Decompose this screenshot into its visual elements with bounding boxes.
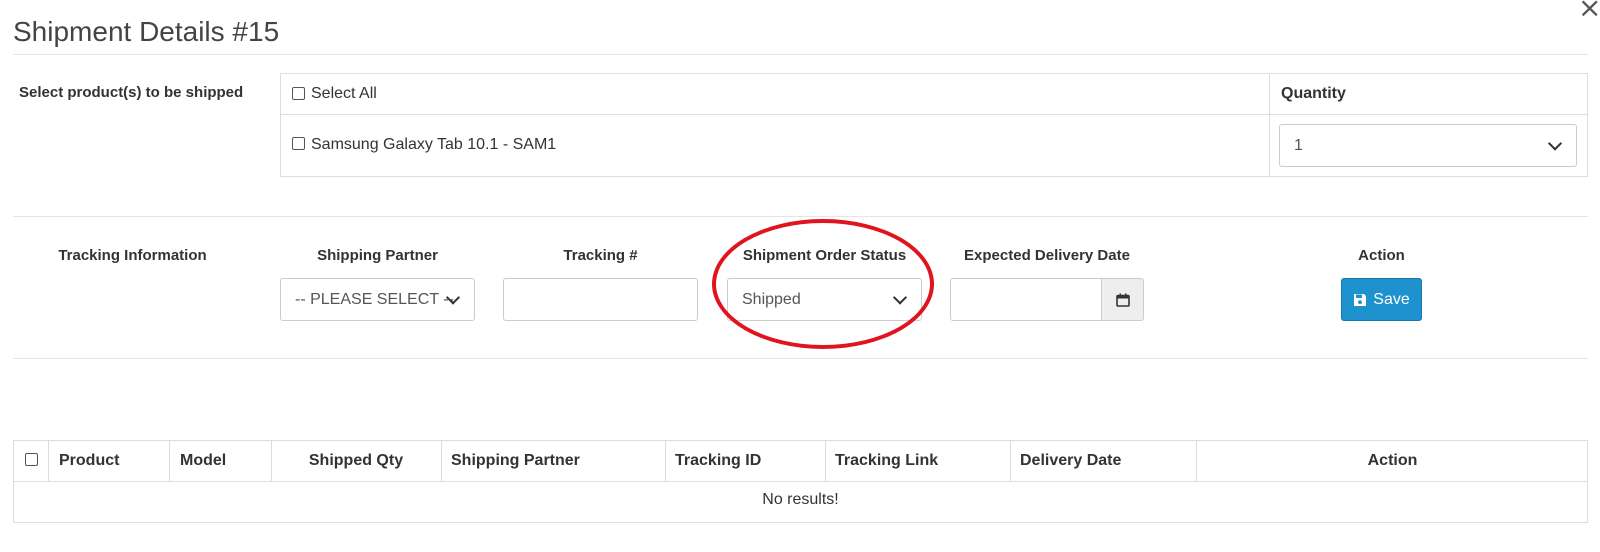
chevron-down-icon bbox=[892, 289, 908, 305]
calendar-button[interactable] bbox=[1101, 278, 1144, 321]
chevron-down-icon bbox=[1547, 135, 1563, 151]
column-divider bbox=[441, 441, 442, 481]
column-divider bbox=[1010, 441, 1011, 481]
select-all-shipments-checkbox[interactable] bbox=[25, 453, 38, 466]
quantity-select[interactable]: 1 bbox=[1279, 124, 1577, 167]
column-header-product[interactable]: Product bbox=[59, 452, 119, 470]
quantity-value: 1 bbox=[1294, 136, 1303, 154]
product-selection-table: Select All Quantity Samsung Galaxy Tab 1… bbox=[280, 73, 1588, 177]
select-products-label: Select product(s) to be shipped bbox=[19, 84, 244, 101]
column-header-tracking-link[interactable]: Tracking Link bbox=[835, 452, 938, 470]
column-divider bbox=[825, 441, 826, 481]
quantity-header: Quantity bbox=[1281, 85, 1346, 102]
column-divider bbox=[169, 441, 170, 481]
tracking-number-header: Tracking # bbox=[563, 247, 638, 264]
select-all-checkbox[interactable] bbox=[292, 87, 305, 100]
modal-title: Shipment Details #15 bbox=[13, 16, 280, 47]
save-button[interactable]: Save bbox=[1341, 278, 1422, 321]
shipping-partner-value: -- PLEASE SELECT -- bbox=[295, 290, 454, 308]
action-header: Action bbox=[1358, 247, 1405, 264]
save-button-label: Save bbox=[1373, 290, 1410, 308]
product-table-header bbox=[281, 74, 1587, 115]
delivery-date-header: Expected Delivery Date bbox=[964, 247, 1130, 264]
section-divider-top bbox=[13, 216, 1588, 217]
section-divider-bottom bbox=[13, 358, 1588, 359]
product-label: Samsung Galaxy Tab 10.1 - SAM1 bbox=[311, 136, 557, 153]
column-divider bbox=[48, 441, 49, 481]
column-header-shipping-partner[interactable]: Shipping Partner bbox=[451, 452, 580, 470]
product-checkbox[interactable] bbox=[292, 137, 305, 150]
column-header-shipped-qty[interactable]: Shipped Qty bbox=[271, 452, 441, 470]
close-icon[interactable]: × bbox=[1578, 0, 1600, 22]
shipping-partner-select[interactable]: -- PLEASE SELECT -- bbox=[280, 278, 475, 321]
shipment-status-header: Shipment Order Status bbox=[742, 247, 907, 264]
tracking-number-input[interactable] bbox=[503, 278, 698, 321]
column-header-tracking-id[interactable]: Tracking ID bbox=[675, 452, 761, 470]
shipments-table: Product Model Shipped Qty Shipping Partn… bbox=[13, 440, 1588, 523]
empty-results-message: No results! bbox=[762, 491, 839, 508]
shipment-status-select[interactable]: Shipped bbox=[727, 278, 922, 321]
shipment-status-value: Shipped bbox=[742, 290, 801, 308]
tracking-information-label: Tracking Information bbox=[58, 247, 207, 264]
shipping-partner-header: Shipping Partner bbox=[317, 247, 438, 264]
select-all-label: Select All bbox=[311, 85, 377, 102]
column-divider bbox=[665, 441, 666, 481]
title-divider bbox=[13, 54, 1588, 55]
column-header-delivery-date[interactable]: Delivery Date bbox=[1020, 452, 1121, 470]
column-header-model[interactable]: Model bbox=[180, 452, 226, 470]
save-icon bbox=[1354, 293, 1367, 306]
calendar-icon bbox=[1115, 293, 1130, 307]
product-table-divider bbox=[1269, 74, 1270, 176]
column-header-action: Action bbox=[1367, 452, 1418, 469]
delivery-date-input[interactable] bbox=[950, 278, 1102, 321]
